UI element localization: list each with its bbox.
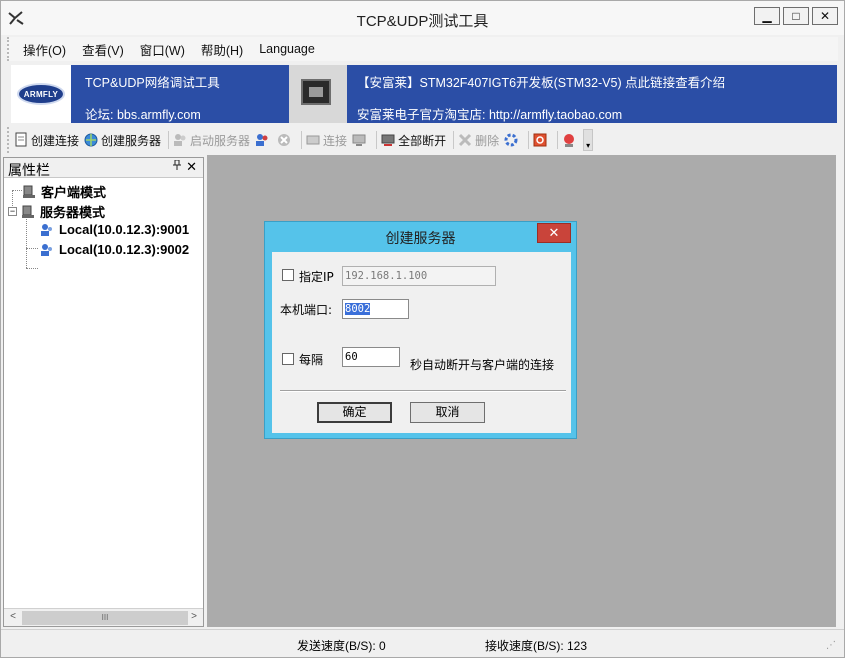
disconnect-all-button[interactable]: 全部断开 <box>380 132 446 149</box>
gear-icon <box>503 132 519 148</box>
users-icon <box>41 223 52 236</box>
ad-banner[interactable]: ARMFLY TCP&UDP网络调试工具 论坛: bbs.armfly.com … <box>11 65 837 123</box>
specify-ip-label: 指定IP <box>299 270 334 284</box>
create-connection-button[interactable]: 创建连接 <box>13 132 79 149</box>
property-panel: 属性栏 ✕ 客户端模式 − 服务器模式 Local(10.0.12.3):900… <box>3 157 204 627</box>
resize-grip-icon[interactable]: ⋰ <box>826 640 838 652</box>
menu-language[interactable]: Language <box>253 40 321 58</box>
interval-input[interactable]: 60 <box>342 347 400 367</box>
cancel-button[interactable]: 取消 <box>410 402 485 423</box>
network-icon <box>351 132 367 148</box>
menu-view[interactable]: 查看(V) <box>76 38 130 61</box>
users-icon <box>254 132 270 148</box>
tree-client-mode[interactable]: 客户端模式 <box>22 182 106 201</box>
scroll-left-arrow[interactable]: < <box>6 611 20 625</box>
board-image <box>289 65 347 123</box>
computer-icon <box>22 205 34 218</box>
toolbar-separator <box>557 131 559 149</box>
window-title: TCP&UDP测试工具 <box>356 13 489 30</box>
dialog-divider <box>280 390 566 392</box>
globe-icon <box>83 132 99 148</box>
menu-operate[interactable]: 操作(O) <box>17 38 72 61</box>
users-icon <box>41 243 52 256</box>
network-button[interactable] <box>351 132 369 148</box>
pin-icon[interactable] <box>173 159 181 173</box>
toolbar-separator <box>453 131 455 149</box>
armfly-logo-text: ARMFLY <box>17 83 65 105</box>
local-port-input[interactable]: 8002 <box>342 299 409 319</box>
banner-tool-name: TCP&UDP网络调试工具 <box>85 76 220 90</box>
maximize-button[interactable]: □ <box>783 7 809 25</box>
local-port-value: 8002 <box>345 303 371 315</box>
ip-address-input[interactable]: 192.168.1.100 <box>342 266 496 286</box>
minimize-button[interactable]: ▁ <box>754 7 780 25</box>
every-label: 每隔 <box>299 353 324 367</box>
exit-icon <box>561 132 577 148</box>
computer-icon <box>23 185 35 198</box>
panel-close-button[interactable]: ✕ <box>186 159 197 175</box>
start-server-button[interactable]: 启动服务器 <box>172 132 250 149</box>
banner-forum-link[interactable]: 论坛: bbs.armfly.com <box>85 104 201 123</box>
create-server-button[interactable]: 创建服务器 <box>83 132 161 149</box>
delete-icon <box>457 132 473 148</box>
horizontal-scrollbar[interactable]: < III > <box>4 608 203 626</box>
disconnect-icon <box>380 132 396 148</box>
menu-window[interactable]: 窗口(W) <box>134 38 191 61</box>
receive-speed: 接收速度(B/S): 123 <box>485 639 588 653</box>
tree-server-mode[interactable]: − 服务器模式 <box>8 202 105 221</box>
local-port-label: 本机端口: <box>280 303 333 317</box>
scroll-thumb[interactable]: III <box>22 611 188 625</box>
specify-ip-checkbox[interactable] <box>282 269 294 281</box>
connect-icon <box>305 132 321 148</box>
stop-icon <box>276 132 292 148</box>
toolbar-separator <box>168 131 170 149</box>
tree-server-item[interactable]: Local(10.0.12.3):9001 <box>40 222 189 237</box>
document-icon <box>13 132 29 148</box>
dialog-close-button[interactable]: ✕ <box>537 223 571 243</box>
menu-bar: 操作(O) 查看(V) 窗口(W) 帮助(H) Language <box>7 37 838 61</box>
exit-button[interactable] <box>561 132 579 148</box>
connection-tree: 客户端模式 − 服务器模式 Local(10.0.12.3):9001 Loca… <box>4 178 203 606</box>
tree-server-item[interactable]: Local(10.0.12.3):9002 <box>40 242 189 257</box>
banner-shop-link[interactable]: 安富莱电子官方淘宝店: http://armfly.taobao.com <box>357 104 622 123</box>
panel-title: 属性栏 <box>8 162 50 178</box>
status-bar: 发送速度(B/S): 0 接收速度(B/S): 123 ⋰ <box>1 629 844 657</box>
close-button[interactable]: ✕ <box>812 7 838 25</box>
toolbar-overflow-chevron[interactable]: ▾ <box>583 129 594 151</box>
ok-button[interactable]: 确定 <box>317 402 392 423</box>
collapse-toggle[interactable]: − <box>8 207 17 216</box>
connect-button[interactable]: 连接 <box>305 132 347 149</box>
auto-disconnect-checkbox[interactable] <box>282 353 294 365</box>
toolbar-separator <box>301 131 303 149</box>
dialog-title: 创建服务器 <box>385 230 456 246</box>
users-icon <box>172 132 188 148</box>
toolbar-separator <box>528 131 530 149</box>
power-button[interactable] <box>532 132 550 148</box>
banner-board-link[interactable]: 【安富莱】STM32F407IGT6开发板(STM32-V5) 点此链接查看介绍 <box>357 72 725 91</box>
power-icon <box>532 132 548 148</box>
users-button[interactable] <box>254 132 272 148</box>
send-speed: 发送速度(B/S): 0 <box>297 639 386 653</box>
panel-header: 属性栏 ✕ <box>4 158 203 178</box>
toolbar: 创建连接 创建服务器 启动服务器 连接 全部断开 删除 ▾ <box>7 127 621 153</box>
interval-suffix: 秒自动断开与客户端的连接 <box>410 358 555 372</box>
menu-help[interactable]: 帮助(H) <box>195 38 249 61</box>
scroll-right-arrow[interactable]: > <box>187 611 201 625</box>
armfly-logo: ARMFLY <box>11 65 71 123</box>
toolbar-separator <box>376 131 378 149</box>
delete-button[interactable]: 删除 <box>457 132 499 149</box>
settings-button[interactable] <box>503 132 521 148</box>
app-window: TCP&UDP测试工具 ▁ □ ✕ 操作(O) 查看(V) 窗口(W) 帮助(H… <box>0 0 845 658</box>
stop-button[interactable] <box>276 132 294 148</box>
create-server-dialog: 创建服务器 ✕ 指定IP 192.168.1.100 本机端口: 8002 每隔… <box>264 221 577 439</box>
dialog-body: 指定IP 192.168.1.100 本机端口: 8002 每隔 60 秒自动断… <box>272 252 571 433</box>
title-bar[interactable]: TCP&UDP测试工具 ▁ □ ✕ <box>1 1 844 35</box>
